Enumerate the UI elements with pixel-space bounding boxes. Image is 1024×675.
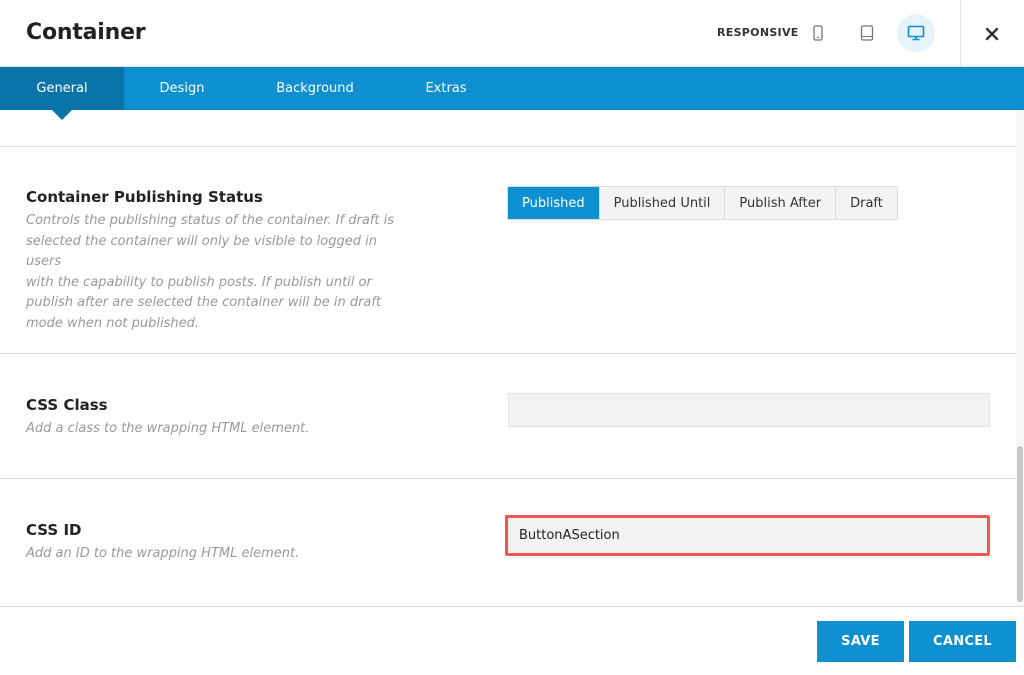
css-class-input[interactable] [508,393,990,427]
description-line: with the capability to publish posts. If… [26,274,372,290]
description-line: Controls the publishing status of the co… [26,213,395,228]
modal-title: Container [26,20,146,45]
desktop-view-button[interactable] [897,14,935,52]
tablet-icon [860,25,874,41]
css-class-title: CSS Class [26,396,108,414]
settings-tabs: General Design Background Extras [0,67,1024,110]
css-id-input[interactable]: ButtonASection [505,515,990,556]
publishing-status-selector: Published Published Until Publish After … [507,186,898,220]
cancel-button[interactable]: CANCEL [909,621,1016,662]
scrollbar-thumb[interactable] [1017,446,1023,602]
publishing-status-title: Container Publishing Status [26,188,263,206]
modal-footer: SAVE CANCEL [0,606,1024,675]
tablet-view-button[interactable] [848,14,886,52]
responsive-label: RESPONSIVE [717,26,799,39]
tab-design[interactable]: Design [124,67,240,110]
publishing-status-description: Controls the publishing status of the co… [26,211,416,334]
description-line: mode when not published. [26,315,200,331]
section-divider [0,353,1016,354]
css-id-description: Add an ID to the wrapping HTML element. [26,546,300,561]
description-line: selected the container will only be visi… [26,233,377,270]
status-option-published-until[interactable]: Published Until [598,187,725,219]
tab-background[interactable]: Background [240,67,390,110]
tab-general[interactable]: General [0,67,124,110]
close-button[interactable] [960,0,1024,67]
description-line: publish after are selected the container… [26,295,382,310]
css-class-description: Add a class to the wrapping HTML element… [26,421,310,436]
save-button[interactable]: SAVE [817,621,904,662]
desktop-icon [907,25,925,41]
css-id-title: CSS ID [26,521,82,539]
close-icon [985,27,999,40]
active-tab-pointer [52,110,72,120]
tab-extras[interactable]: Extras [390,67,502,110]
mobile-icon [813,25,823,41]
status-option-draft[interactable]: Draft [835,187,897,219]
section-divider [0,146,1016,147]
modal-header: Container RESPONSIVE [0,0,1024,67]
settings-panel: Container Publishing Status Controls the… [0,110,1016,606]
status-option-published[interactable]: Published [508,187,599,219]
section-divider [0,478,1016,479]
mobile-view-button[interactable] [799,14,837,52]
status-option-publish-after[interactable]: Publish After [724,187,836,219]
